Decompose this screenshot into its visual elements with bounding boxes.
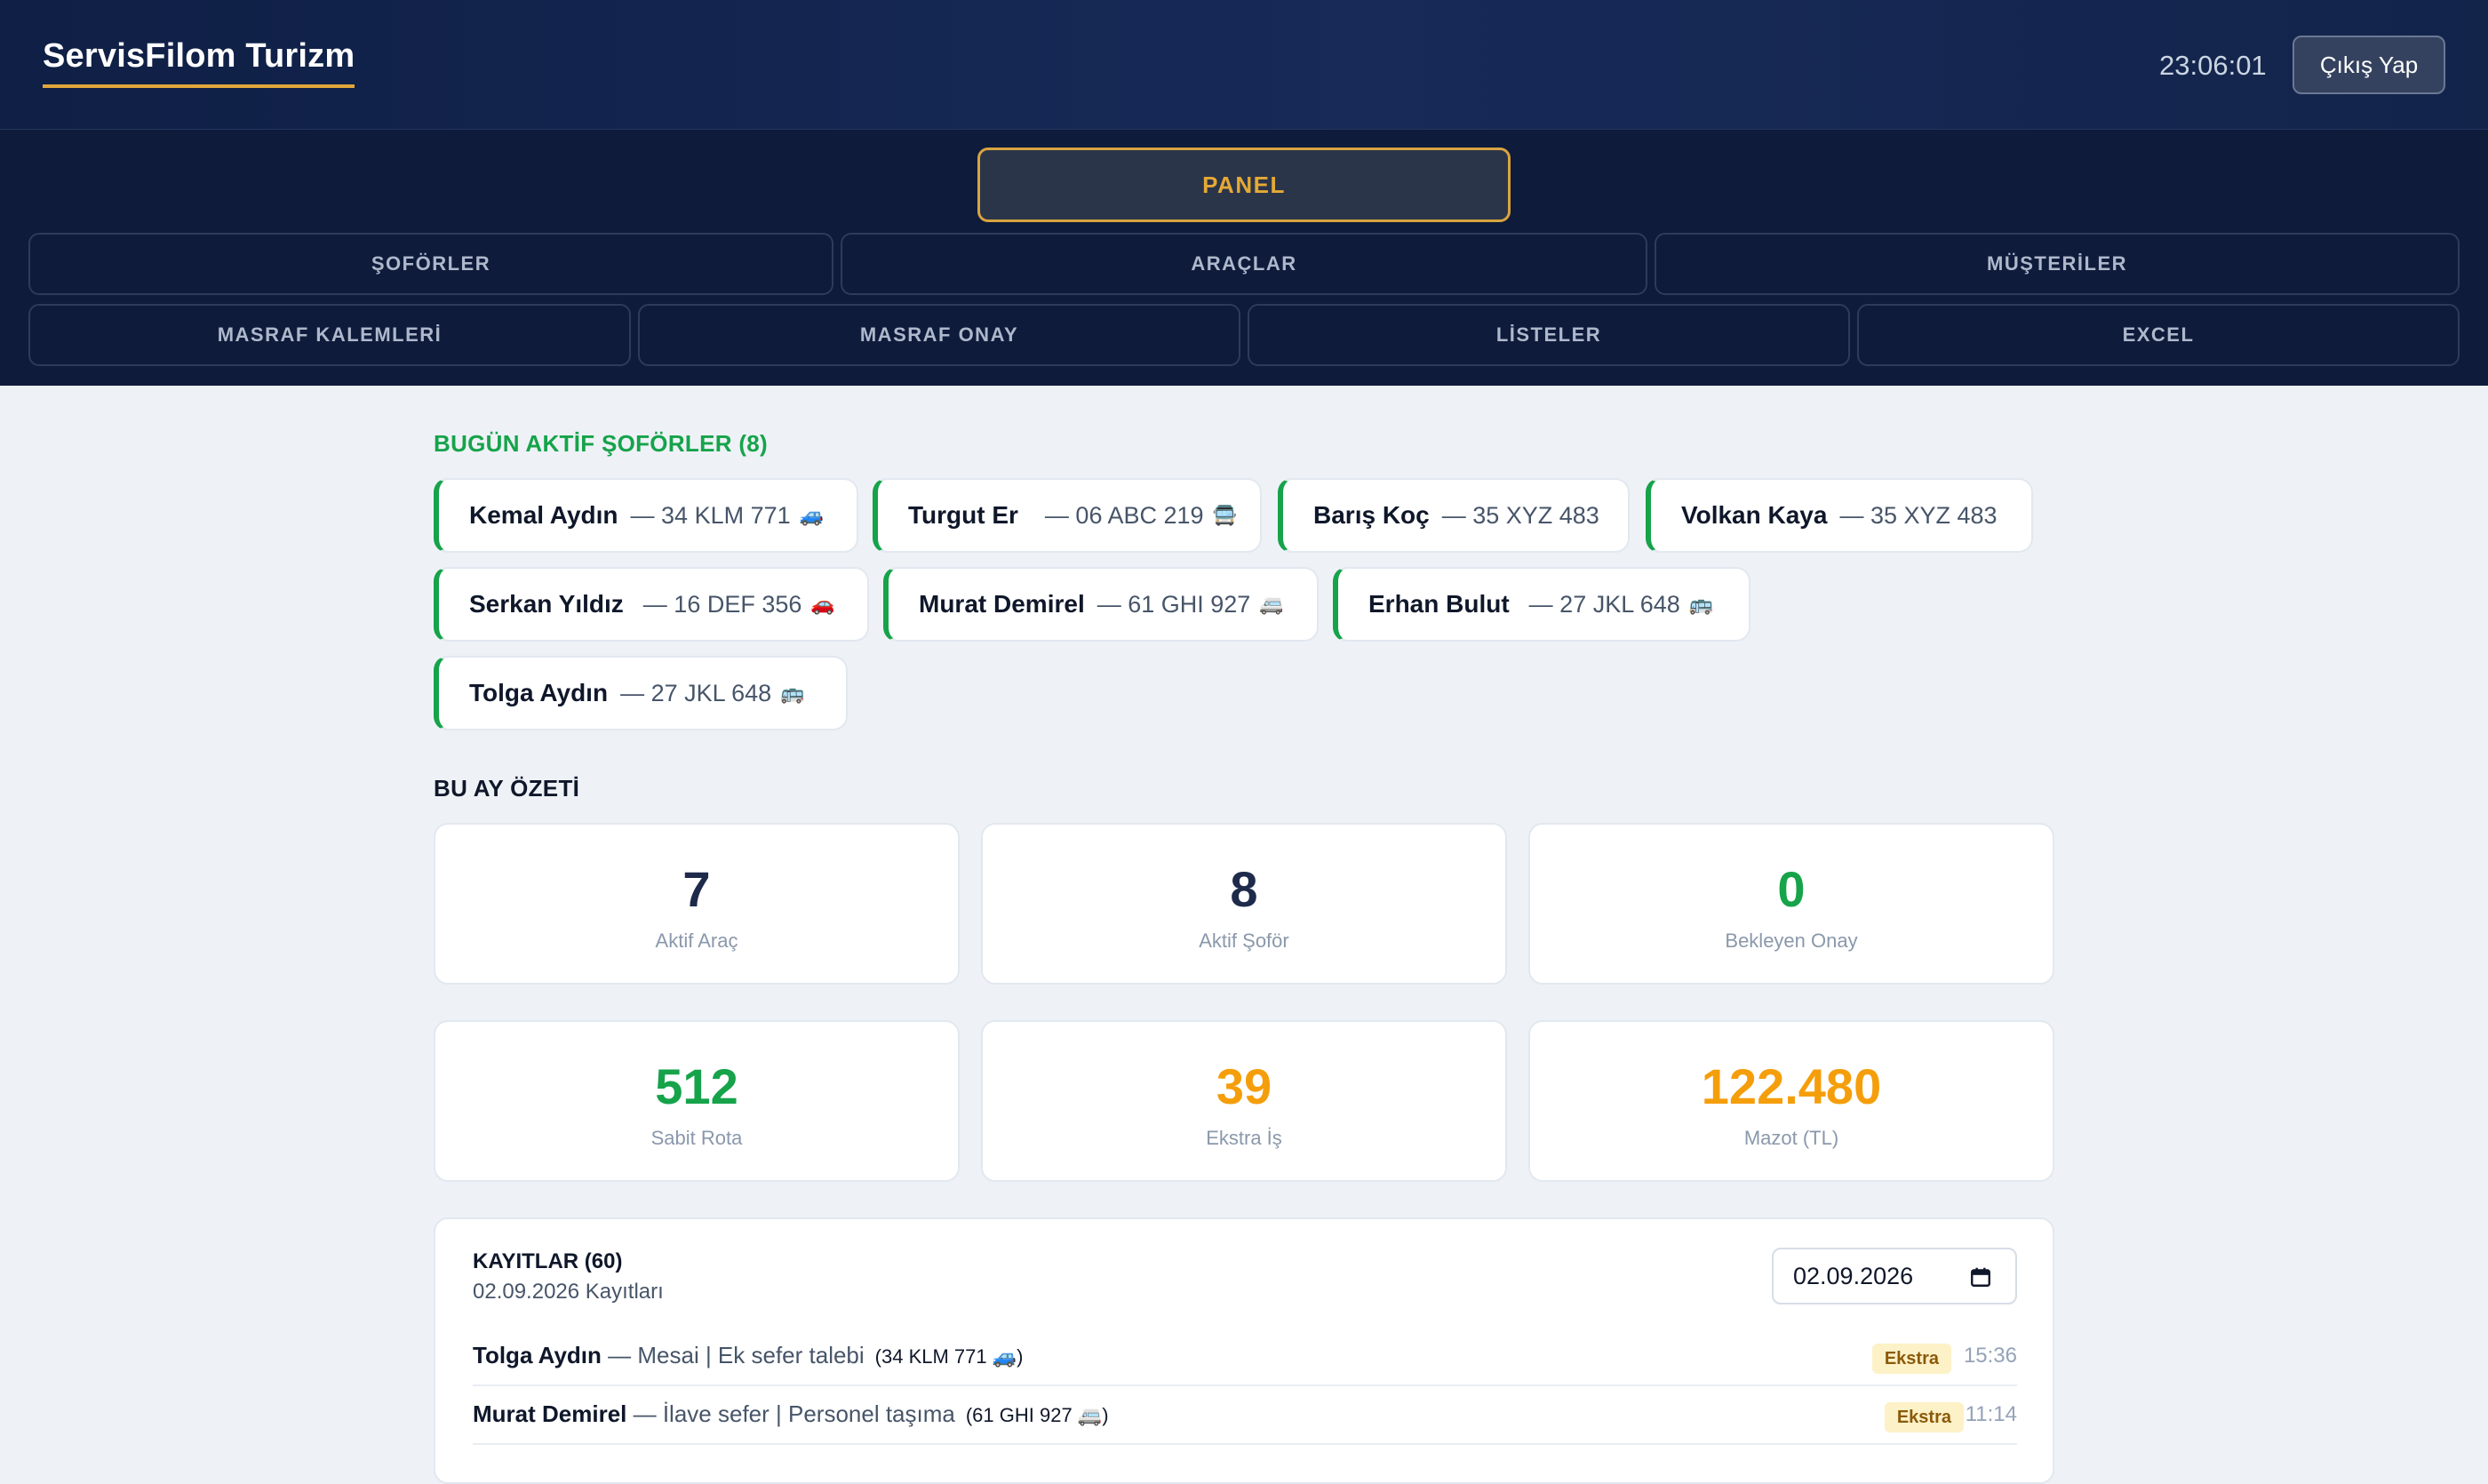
stat-value: 0	[1777, 861, 1806, 917]
driver-name: Barış Koç	[1313, 501, 1430, 529]
driver-plate: — 34 KLM 771	[630, 501, 791, 529]
stat-label: Sabit Rota	[650, 1127, 743, 1149]
stat-value: 8	[1230, 861, 1258, 917]
record-text: Murat Demirel — İlave sefer | Personel t…	[473, 1400, 1109, 1428]
stat-card: 8 Aktif Şoför	[981, 823, 1507, 985]
active-drivers-title: BUGÜN AKTİF ŞOFÖRLER (8)	[434, 430, 768, 457]
stat-label: Ekstra İş	[1206, 1127, 1282, 1149]
driver-chip[interactable]: Kemal Aydın — 34 KLM 771 🚙	[434, 478, 858, 553]
driver-name: Erhan Bulut	[1368, 590, 1510, 618]
app-title: ServisFilom Turizm	[43, 37, 355, 88]
calendar-icon[interactable]	[1969, 1265, 1992, 1289]
logout-button[interactable]: Çıkış Yap	[2293, 36, 2445, 94]
driver-name: Turgut Er	[908, 501, 1018, 529]
driver-chip[interactable]: Volkan Kaya — 35 XYZ 483	[1646, 478, 2033, 553]
driver-plate: — 06 ABC 219	[1044, 501, 1204, 529]
driver-name: Murat Demirel	[919, 590, 1085, 618]
driver-plate: — 35 XYZ 483	[1839, 501, 1998, 529]
record-row[interactable]: Tolga Aydın — Mesai | Ek sefer talebi (34…	[473, 1328, 2017, 1386]
record-time: 15:36	[1963, 1344, 2017, 1368]
nav-excel[interactable]: EXCEL	[1857, 304, 2460, 366]
record-detail: — Mesai | Ek sefer talebi	[601, 1342, 865, 1368]
date-picker-input[interactable]: 02.09.2026	[1772, 1248, 2017, 1304]
stat-label: Aktif Araç	[655, 929, 738, 952]
nav-lists[interactable]: LİSTELER	[1248, 304, 1850, 366]
vehicle-icon: 🚙	[799, 504, 825, 526]
records-title: KAYITLAR (60)	[473, 1249, 623, 1273]
top-bar: ServisFilom Turizm 23:06:01 Çıkış Yap	[0, 0, 2488, 130]
vehicle-icon: 🚗	[810, 593, 835, 615]
record-detail: — İlave sefer | Personel taşıma	[626, 1400, 955, 1427]
stat-card: 512 Sabit Rota	[434, 1020, 960, 1182]
nav-customers[interactable]: MÜŞTERİLER	[1655, 233, 2460, 295]
vehicle-icon: 🚌	[780, 682, 805, 704]
stat-label: Mazot (TL)	[1743, 1127, 1839, 1149]
record-plate: (34 KLM 771 🚙)	[874, 1345, 1024, 1368]
driver-plate: — 16 DEF 356	[642, 590, 802, 618]
nav-vehicles[interactable]: ARAÇLAR	[841, 233, 1647, 295]
driver-plate: — 27 JKL 648	[1528, 590, 1680, 618]
nav-expense-items[interactable]: MASRAF KALEMLERİ	[28, 304, 631, 366]
nav-panel[interactable]: PANEL	[977, 148, 1511, 222]
record-plate: (61 GHI 927 🚐)	[965, 1404, 1109, 1426]
stat-card: 122.480 Mazot (TL)	[1528, 1020, 2054, 1182]
driver-chip[interactable]: Barış Koç — 35 XYZ 483	[1278, 478, 1630, 553]
record-time: 11:14	[1965, 1402, 2017, 1426]
month-summary-title: BU AY ÖZETİ	[434, 775, 580, 802]
stat-card: 0 Bekleyen Onay	[1528, 823, 2054, 985]
driver-chip[interactable]: Turgut Er — 06 ABC 219 🚍	[873, 478, 1262, 553]
nav-expense-approval[interactable]: MASRAF ONAY	[638, 304, 1240, 366]
stat-value: 122.480	[1701, 1058, 1882, 1114]
records-subtitle: 02.09.2026 Kayıtları	[473, 1280, 664, 1304]
extra-badge: Ekstra	[1884, 1402, 1964, 1432]
clock: 23:06:01	[2159, 50, 2267, 81]
driver-chip[interactable]: Tolga Aydın — 27 JKL 648 🚌	[434, 656, 848, 730]
driver-name: Tolga Aydın	[469, 679, 609, 706]
stat-label: Aktif Şoför	[1199, 929, 1289, 952]
driver-chip[interactable]: Erhan Bulut — 27 JKL 648 🚌	[1333, 567, 1750, 642]
record-row[interactable]: Murat Demirel — İlave sefer | Personel t…	[473, 1386, 2017, 1445]
vehicle-icon: 🚍	[1212, 504, 1237, 526]
driver-plate: — 27 JKL 648	[620, 679, 772, 706]
extra-badge: Ekstra	[1871, 1344, 1951, 1374]
vehicle-icon: 🚌	[1688, 593, 1714, 615]
record-driver: Murat Demirel	[473, 1400, 627, 1427]
driver-plate: — 35 XYZ 483	[1441, 501, 1599, 529]
record-driver: Tolga Aydın	[473, 1342, 602, 1368]
main-nav: PANEL ŞOFÖRLER ARAÇLAR MÜŞTERİLER MASRAF…	[0, 130, 2488, 386]
stat-label: Bekleyen Onay	[1725, 929, 1858, 952]
driver-chip[interactable]: Murat Demirel — 61 GHI 927 🚐	[883, 567, 1319, 642]
nav-drivers[interactable]: ŞOFÖRLER	[28, 233, 833, 295]
stat-card: 39 Ekstra İş	[981, 1020, 1507, 1182]
stat-value: 7	[682, 861, 711, 917]
driver-chip[interactable]: Serkan Yıldız — 16 DEF 356 🚗	[434, 567, 869, 642]
stat-value: 512	[655, 1058, 738, 1114]
date-value: 02.09.2026	[1793, 1262, 1914, 1289]
records-panel: KAYITLAR (60) 02.09.2026 Kayıtları 02.09…	[434, 1217, 2054, 1484]
driver-plate: — 61 GHI 927	[1096, 590, 1251, 618]
record-text: Tolga Aydın — Mesai | Ek sefer talebi (34…	[473, 1342, 1023, 1369]
driver-name: Volkan Kaya	[1681, 501, 1828, 529]
driver-name: Kemal Aydın	[469, 501, 618, 529]
driver-name: Serkan Yıldız	[469, 590, 624, 618]
stat-value: 39	[1216, 1058, 1272, 1114]
vehicle-icon: 🚐	[1259, 593, 1284, 615]
stat-card: 7 Aktif Araç	[434, 823, 960, 985]
